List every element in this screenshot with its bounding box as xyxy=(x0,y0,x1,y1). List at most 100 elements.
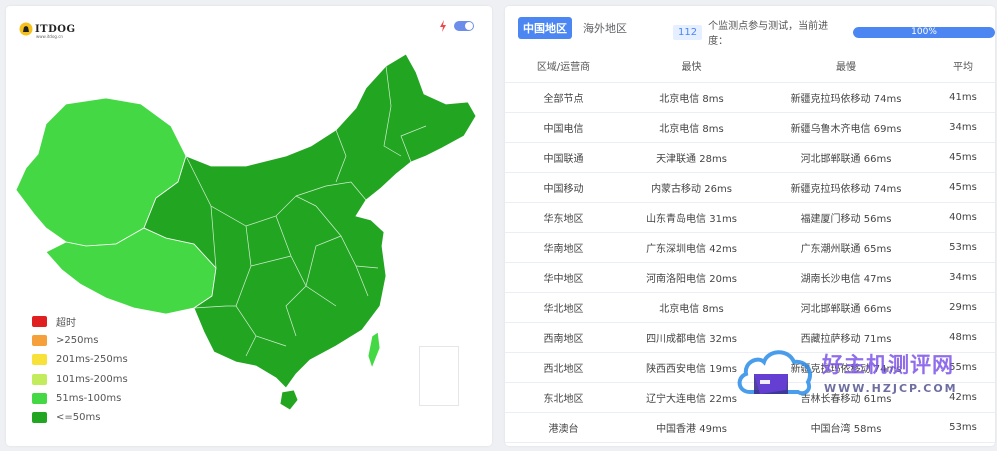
results-table: 区域/运营商 最快 最慢 平均 全部节点 北京电信 8ms 新疆克拉玛依移动 7… xyxy=(505,50,995,443)
table-row: 华中地区 河南洛阳电信 20ms 湖南长沙电信 47ms 34ms xyxy=(505,262,995,293)
progress-text: 个监测点参与测试，当前进度： xyxy=(708,21,829,47)
map-region-hainan[interactable] xyxy=(279,389,299,411)
cell-slowest: 新疆乌鲁木齐电信 69ms xyxy=(761,112,931,143)
legend-swatch xyxy=(32,335,47,347)
cell-region: 中国联通 xyxy=(505,142,622,173)
cell-slowest: 西藏拉萨移动 71ms xyxy=(761,322,931,353)
cell-fastest: 辽宁大连电信 22ms xyxy=(622,382,761,413)
cell-slowest: 中国台湾 58ms xyxy=(761,412,931,443)
cell-region: 华南地区 xyxy=(505,232,622,263)
cell-average: 40ms xyxy=(931,202,995,233)
region-tabs: 中国地区 海外地区 xyxy=(518,17,638,39)
cell-slowest: 新疆克拉玛依移动 74ms xyxy=(761,82,931,113)
cell-average: 29ms xyxy=(931,292,995,323)
progress-bar: 100% xyxy=(853,26,995,38)
cell-fastest: 中国香港 49ms xyxy=(622,412,761,443)
cell-region: 全部节点 xyxy=(505,82,622,113)
test-progress: 112 个监测点参与测试，当前进度： 100% xyxy=(673,17,995,47)
cell-region: 中国电信 xyxy=(505,112,622,143)
legend-item-101-200: 101ms-200ms xyxy=(32,370,128,389)
map-region-mainland[interactable] xyxy=(143,53,477,389)
cell-average: 53ms xyxy=(931,412,995,443)
cell-slowest: 河北邯郸联通 66ms xyxy=(761,142,931,173)
south-sea-inset xyxy=(419,346,459,406)
legend-label: 101ms-200ms xyxy=(56,373,128,385)
page: ITDOG www.itdog.cn 超时 >250ms 201ms-250ms… xyxy=(0,0,997,451)
cell-slowest: 新疆克拉玛依移动 74ms xyxy=(761,352,931,383)
cell-average: 45ms xyxy=(931,142,995,173)
tab-overseas[interactable]: 海外地区 xyxy=(578,17,632,39)
cell-fastest: 内蒙古移动 26ms xyxy=(622,172,761,203)
table-row: 西北地区 陕西西安电信 19ms 新疆克拉玛依移动 74ms 55ms xyxy=(505,352,995,383)
cell-average: 34ms xyxy=(931,262,995,293)
table-row: 中国电信 北京电信 8ms 新疆乌鲁木齐电信 69ms 34ms xyxy=(505,112,995,143)
legend-item-51-100: 51ms-100ms xyxy=(32,389,128,408)
cell-average: 55ms xyxy=(931,352,995,383)
cell-fastest: 北京电信 8ms xyxy=(622,82,761,113)
cell-fastest: 山东青岛电信 31ms xyxy=(622,202,761,233)
legend-swatch xyxy=(32,392,47,404)
tab-china[interactable]: 中国地区 xyxy=(518,17,572,39)
table-row: 全部节点 北京电信 8ms 新疆克拉玛依移动 74ms 41ms xyxy=(505,82,995,113)
legend-label: >250ms xyxy=(56,335,99,347)
cell-fastest: 河南洛阳电信 20ms xyxy=(622,262,761,293)
table-row: 华东地区 山东青岛电信 31ms 福建厦门移动 56ms 40ms xyxy=(505,202,995,233)
cell-fastest: 陕西西安电信 19ms xyxy=(622,352,761,383)
legend-label: 51ms-100ms xyxy=(56,392,122,404)
cell-fastest: 北京电信 8ms xyxy=(622,292,761,323)
legend-label: 201ms-250ms xyxy=(56,354,128,366)
map-card: ITDOG www.itdog.cn 超时 >250ms 201ms-250ms… xyxy=(6,6,492,446)
map-legend: 超时 >250ms 201ms-250ms 101ms-200ms 51ms-1… xyxy=(32,312,128,427)
legend-swatch xyxy=(32,412,47,424)
cell-slowest: 湖南长沙电信 47ms xyxy=(761,262,931,293)
column-header-region: 区域/运营商 xyxy=(505,50,622,83)
cell-region: 华北地区 xyxy=(505,292,622,323)
cell-slowest: 广东潮州联通 65ms xyxy=(761,232,931,263)
table-row: 港澳台 中国香港 49ms 中国台湾 58ms 53ms xyxy=(505,412,995,443)
legend-item-201-250: 201ms-250ms xyxy=(32,350,128,369)
table-row: 华北地区 北京电信 8ms 河北邯郸联通 66ms 29ms xyxy=(505,292,995,323)
cell-average: 42ms xyxy=(931,382,995,413)
cell-fastest: 天津联通 28ms xyxy=(622,142,761,173)
cell-region: 华中地区 xyxy=(505,262,622,293)
node-count-badge: 112 xyxy=(673,24,703,40)
column-header-fastest: 最快 xyxy=(622,50,761,83)
cell-region: 华东地区 xyxy=(505,202,622,233)
cell-region: 西北地区 xyxy=(505,352,622,383)
cell-average: 53ms xyxy=(931,232,995,263)
cell-slowest: 河北邯郸联通 66ms xyxy=(761,292,931,323)
cell-fastest: 北京电信 8ms xyxy=(622,112,761,143)
cell-region: 港澳台 xyxy=(505,412,622,443)
cell-slowest: 新疆克拉玛依移动 74ms xyxy=(761,172,931,203)
cell-region: 中国移动 xyxy=(505,172,622,203)
table-row: 中国移动 内蒙古移动 26ms 新疆克拉玛依移动 74ms 45ms xyxy=(505,172,995,203)
progress-label: 100% xyxy=(911,26,937,37)
cell-average: 34ms xyxy=(931,112,995,143)
legend-item-over-250: >250ms xyxy=(32,331,128,350)
cell-average: 41ms xyxy=(931,82,995,113)
table-row: 西南地区 四川成都电信 32ms 西藏拉萨移动 71ms 48ms xyxy=(505,322,995,353)
table-header-row: 区域/运营商 最快 最慢 平均 xyxy=(505,50,995,83)
cell-slowest: 福建厦门移动 56ms xyxy=(761,202,931,233)
table-row: 华南地区 广东深圳电信 42ms 广东潮州联通 65ms 53ms xyxy=(505,232,995,263)
cell-fastest: 四川成都电信 32ms xyxy=(622,322,761,353)
cell-region: 东北地区 xyxy=(505,382,622,413)
legend-label: <=50ms xyxy=(56,412,101,424)
legend-item-under-50: <=50ms xyxy=(32,408,128,427)
cell-slowest: 吉林长春移动 61ms xyxy=(761,382,931,413)
legend-item-timeout: 超时 xyxy=(32,312,128,331)
cell-fastest: 广东深圳电信 42ms xyxy=(622,232,761,263)
column-header-slowest: 最慢 xyxy=(761,50,931,83)
legend-swatch xyxy=(32,354,47,366)
legend-swatch xyxy=(32,373,47,385)
cell-region: 西南地区 xyxy=(505,322,622,353)
legend-swatch xyxy=(32,316,47,328)
cell-average: 48ms xyxy=(931,322,995,353)
results-card: 中国地区 海外地区 112 个监测点参与测试，当前进度： 100% 区域/运营商… xyxy=(505,6,995,446)
table-row: 中国联通 天津联通 28ms 河北邯郸联通 66ms 45ms xyxy=(505,142,995,173)
column-header-average: 平均 xyxy=(931,50,995,83)
legend-label: 超时 xyxy=(56,318,76,330)
map-region-taiwan[interactable] xyxy=(367,331,381,370)
table-row: 东北地区 辽宁大连电信 22ms 吉林长春移动 61ms 42ms xyxy=(505,382,995,413)
cell-average: 45ms xyxy=(931,172,995,203)
